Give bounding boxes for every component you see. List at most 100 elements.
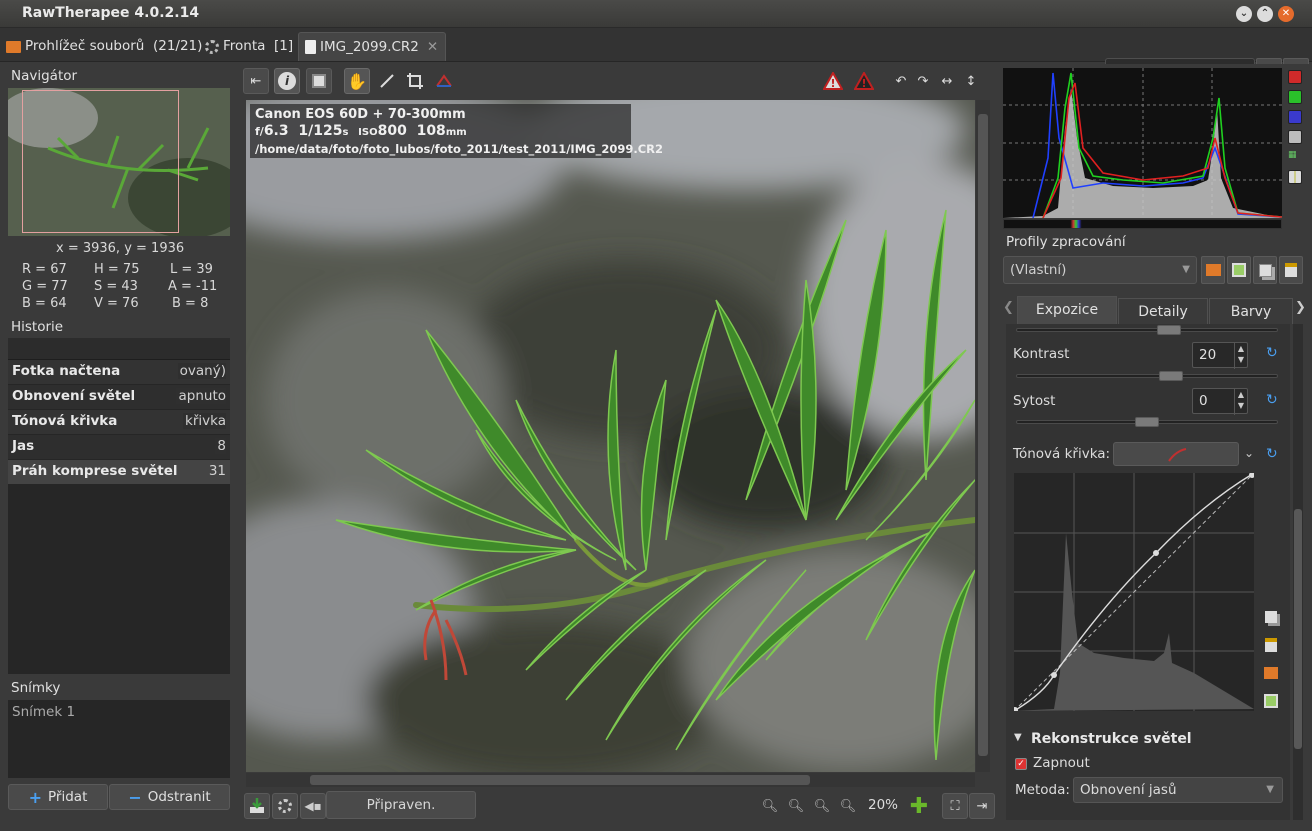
- queue-image-icon[interactable]: [272, 793, 298, 819]
- method-combo[interactable]: Obnovení jasů ▼: [1073, 777, 1283, 803]
- profile-combo[interactable]: (Vlastní) ▼: [1003, 256, 1197, 284]
- history-row-name: Jas: [12, 438, 35, 454]
- history-row[interactable]: Obnovení světel apnuto: [8, 385, 230, 409]
- before-after-icon[interactable]: [306, 68, 332, 94]
- zoom-in-icon[interactable]: 🔍︎: [783, 793, 809, 819]
- history-row[interactable]: Fotka načtena ovaný): [8, 360, 230, 384]
- main-tab-bar: Prohlížeč souborů (21/21) Fronta [1] IMG…: [0, 28, 1312, 86]
- preview-vertical-scrollbar[interactable]: [976, 100, 990, 772]
- history-row[interactable]: Jas 8: [8, 435, 230, 459]
- save-curve-icon[interactable]: [1261, 691, 1281, 711]
- zoom-level: 20%: [868, 797, 899, 813]
- add-label: Přidat: [48, 789, 88, 805]
- flip-vertical-icon[interactable]: ↕: [958, 68, 984, 94]
- camera-lens: Canon EOS 60D + 70-300mm: [255, 107, 466, 122]
- slider-top[interactable]: [1016, 325, 1278, 335]
- contrast-value: 20: [1199, 347, 1217, 363]
- preview-horizontal-scrollbar[interactable]: [246, 773, 975, 787]
- tab-file-browser[interactable]: Prohlížeč souborů (21/21): [6, 32, 202, 61]
- remove-snapshot-button[interactable]: − Odstranit: [109, 784, 230, 810]
- warning-highlights-icon[interactable]: !: [851, 68, 877, 94]
- add-snapshot-button[interactable]: + Přidat: [8, 784, 108, 810]
- new-detail-window-icon[interactable]: ✚: [906, 793, 932, 819]
- tone-curve-reset-icon[interactable]: ↻: [1266, 446, 1278, 462]
- scroll-thumb[interactable]: [1294, 509, 1302, 749]
- fit-screen-icon[interactable]: ⛶: [942, 793, 968, 819]
- histogram-green-toggle-icon[interactable]: [1288, 90, 1302, 104]
- tab-close-icon[interactable]: ✕: [427, 33, 438, 62]
- image-preview[interactable]: [246, 100, 975, 772]
- info-icon[interactable]: i: [274, 68, 300, 94]
- snapshot-item[interactable]: Snímek 1: [12, 704, 75, 720]
- save-profile-icon[interactable]: [1227, 256, 1251, 284]
- chevron-right-icon[interactable]: ❯: [1295, 300, 1306, 315]
- tone-curve-type-button[interactable]: [1113, 442, 1239, 466]
- tone-curve-editor[interactable]: [1012, 472, 1255, 713]
- contrast-slider[interactable]: [1016, 371, 1278, 381]
- save-image-icon[interactable]: [244, 793, 270, 819]
- saturation-slider[interactable]: [1016, 417, 1278, 427]
- contrast-slider-knob[interactable]: [1159, 371, 1183, 381]
- zoom-out-icon[interactable]: 🔍︎: [757, 793, 783, 819]
- hide-left-panel-icon[interactable]: ⇤: [243, 68, 269, 94]
- scroll-thumb[interactable]: [978, 114, 988, 756]
- send-to-editor-icon[interactable]: ◀▪: [300, 793, 326, 819]
- progress-status: Připraven.: [326, 791, 476, 819]
- histogram-raw-toggle-icon[interactable]: ▦: [1288, 150, 1302, 164]
- contrast-reset-icon[interactable]: ↻: [1266, 345, 1278, 361]
- hide-right-panel-icon[interactable]: ⇥: [969, 793, 995, 819]
- scroll-thumb[interactable]: [310, 775, 810, 785]
- histogram-bar-toggle-icon[interactable]: [1288, 170, 1302, 184]
- maximize-icon[interactable]: ⌃: [1257, 6, 1273, 22]
- histogram-blue-toggle-icon[interactable]: [1288, 110, 1302, 124]
- white-balance-picker-icon[interactable]: [374, 68, 400, 94]
- history-row[interactable]: Tónová křivka křivka: [8, 410, 230, 434]
- tool-panel-scrollbar[interactable]: [1293, 324, 1303, 820]
- readout-a: A = -11: [168, 279, 218, 294]
- enable-checkbox[interactable]: ✓: [1015, 758, 1027, 770]
- minimize-icon[interactable]: ⌄: [1236, 6, 1252, 22]
- paste-profile-icon[interactable]: [1279, 256, 1303, 284]
- rotate-right-icon[interactable]: ↷: [910, 68, 936, 94]
- readout-g: G = 77: [22, 279, 68, 294]
- spin-arrows[interactable]: ▲ ▼: [1234, 343, 1247, 369]
- collapse-triangle-icon[interactable]: ▼: [1014, 732, 1022, 743]
- warning-shadows-icon[interactable]: !: [820, 68, 846, 94]
- close-icon[interactable]: ✕: [1278, 6, 1294, 22]
- chevron-left-icon[interactable]: ❮: [1003, 300, 1014, 315]
- history-row-selected[interactable]: Práh komprese světel 31: [8, 460, 230, 484]
- zoom-fit-icon[interactable]: 🔍︎: [809, 793, 835, 819]
- copy-curve-icon[interactable]: [1261, 607, 1281, 627]
- slider-knob[interactable]: [1157, 325, 1181, 335]
- tab-exposure[interactable]: Expozice: [1017, 296, 1117, 324]
- tab-queue[interactable]: Fronta [1]: [205, 32, 293, 61]
- straighten-tool-icon[interactable]: [431, 68, 457, 94]
- saturation-slider-knob[interactable]: [1135, 417, 1159, 427]
- tab-image-editor[interactable]: IMG_2099.CR2 ✕: [298, 32, 446, 61]
- open-profile-icon[interactable]: [1201, 256, 1225, 284]
- paste-curve-icon[interactable]: [1261, 635, 1281, 655]
- image-info-overlay: Canon EOS 60D + 70-300mm f/6.3 1/125s IS…: [250, 104, 663, 158]
- histogram-luminance-toggle-icon[interactable]: [1288, 130, 1302, 144]
- tab-label: Prohlížeč souborů: [25, 38, 145, 54]
- histogram-red-toggle-icon[interactable]: [1288, 70, 1302, 84]
- copy-profile-icon[interactable]: [1253, 256, 1277, 284]
- navigator-viewport-rect[interactable]: [22, 90, 179, 233]
- saturation-reset-icon[interactable]: ↻: [1266, 392, 1278, 408]
- tab-details[interactable]: Detaily: [1118, 298, 1208, 324]
- contrast-spinbox[interactable]: 20 ▲ ▼: [1192, 342, 1248, 369]
- open-curve-icon[interactable]: [1261, 663, 1281, 683]
- chevron-down-icon: ▼: [1182, 264, 1190, 275]
- zoom-100-icon[interactable]: 🔍︎: [835, 793, 861, 819]
- crop-tool-icon[interactable]: [402, 68, 428, 94]
- flip-horizontal-icon[interactable]: ↔: [934, 68, 960, 94]
- spin-arrows[interactable]: ▲ ▼: [1234, 389, 1247, 415]
- saturation-spinbox[interactable]: 0 ▲ ▼: [1192, 388, 1248, 415]
- tab-colors[interactable]: Barvy: [1209, 298, 1293, 324]
- history-row-value: křivka: [183, 413, 226, 429]
- navigator-thumbnail[interactable]: [8, 88, 230, 236]
- history-row-name: Práh komprese světel: [12, 463, 178, 479]
- highlight-reconstruction-header[interactable]: ▼ Rekonstrukce světel: [1008, 728, 1286, 752]
- hand-tool-icon[interactable]: ✋: [344, 68, 370, 94]
- tone-curve-expand-icon[interactable]: ⌄: [1244, 446, 1254, 460]
